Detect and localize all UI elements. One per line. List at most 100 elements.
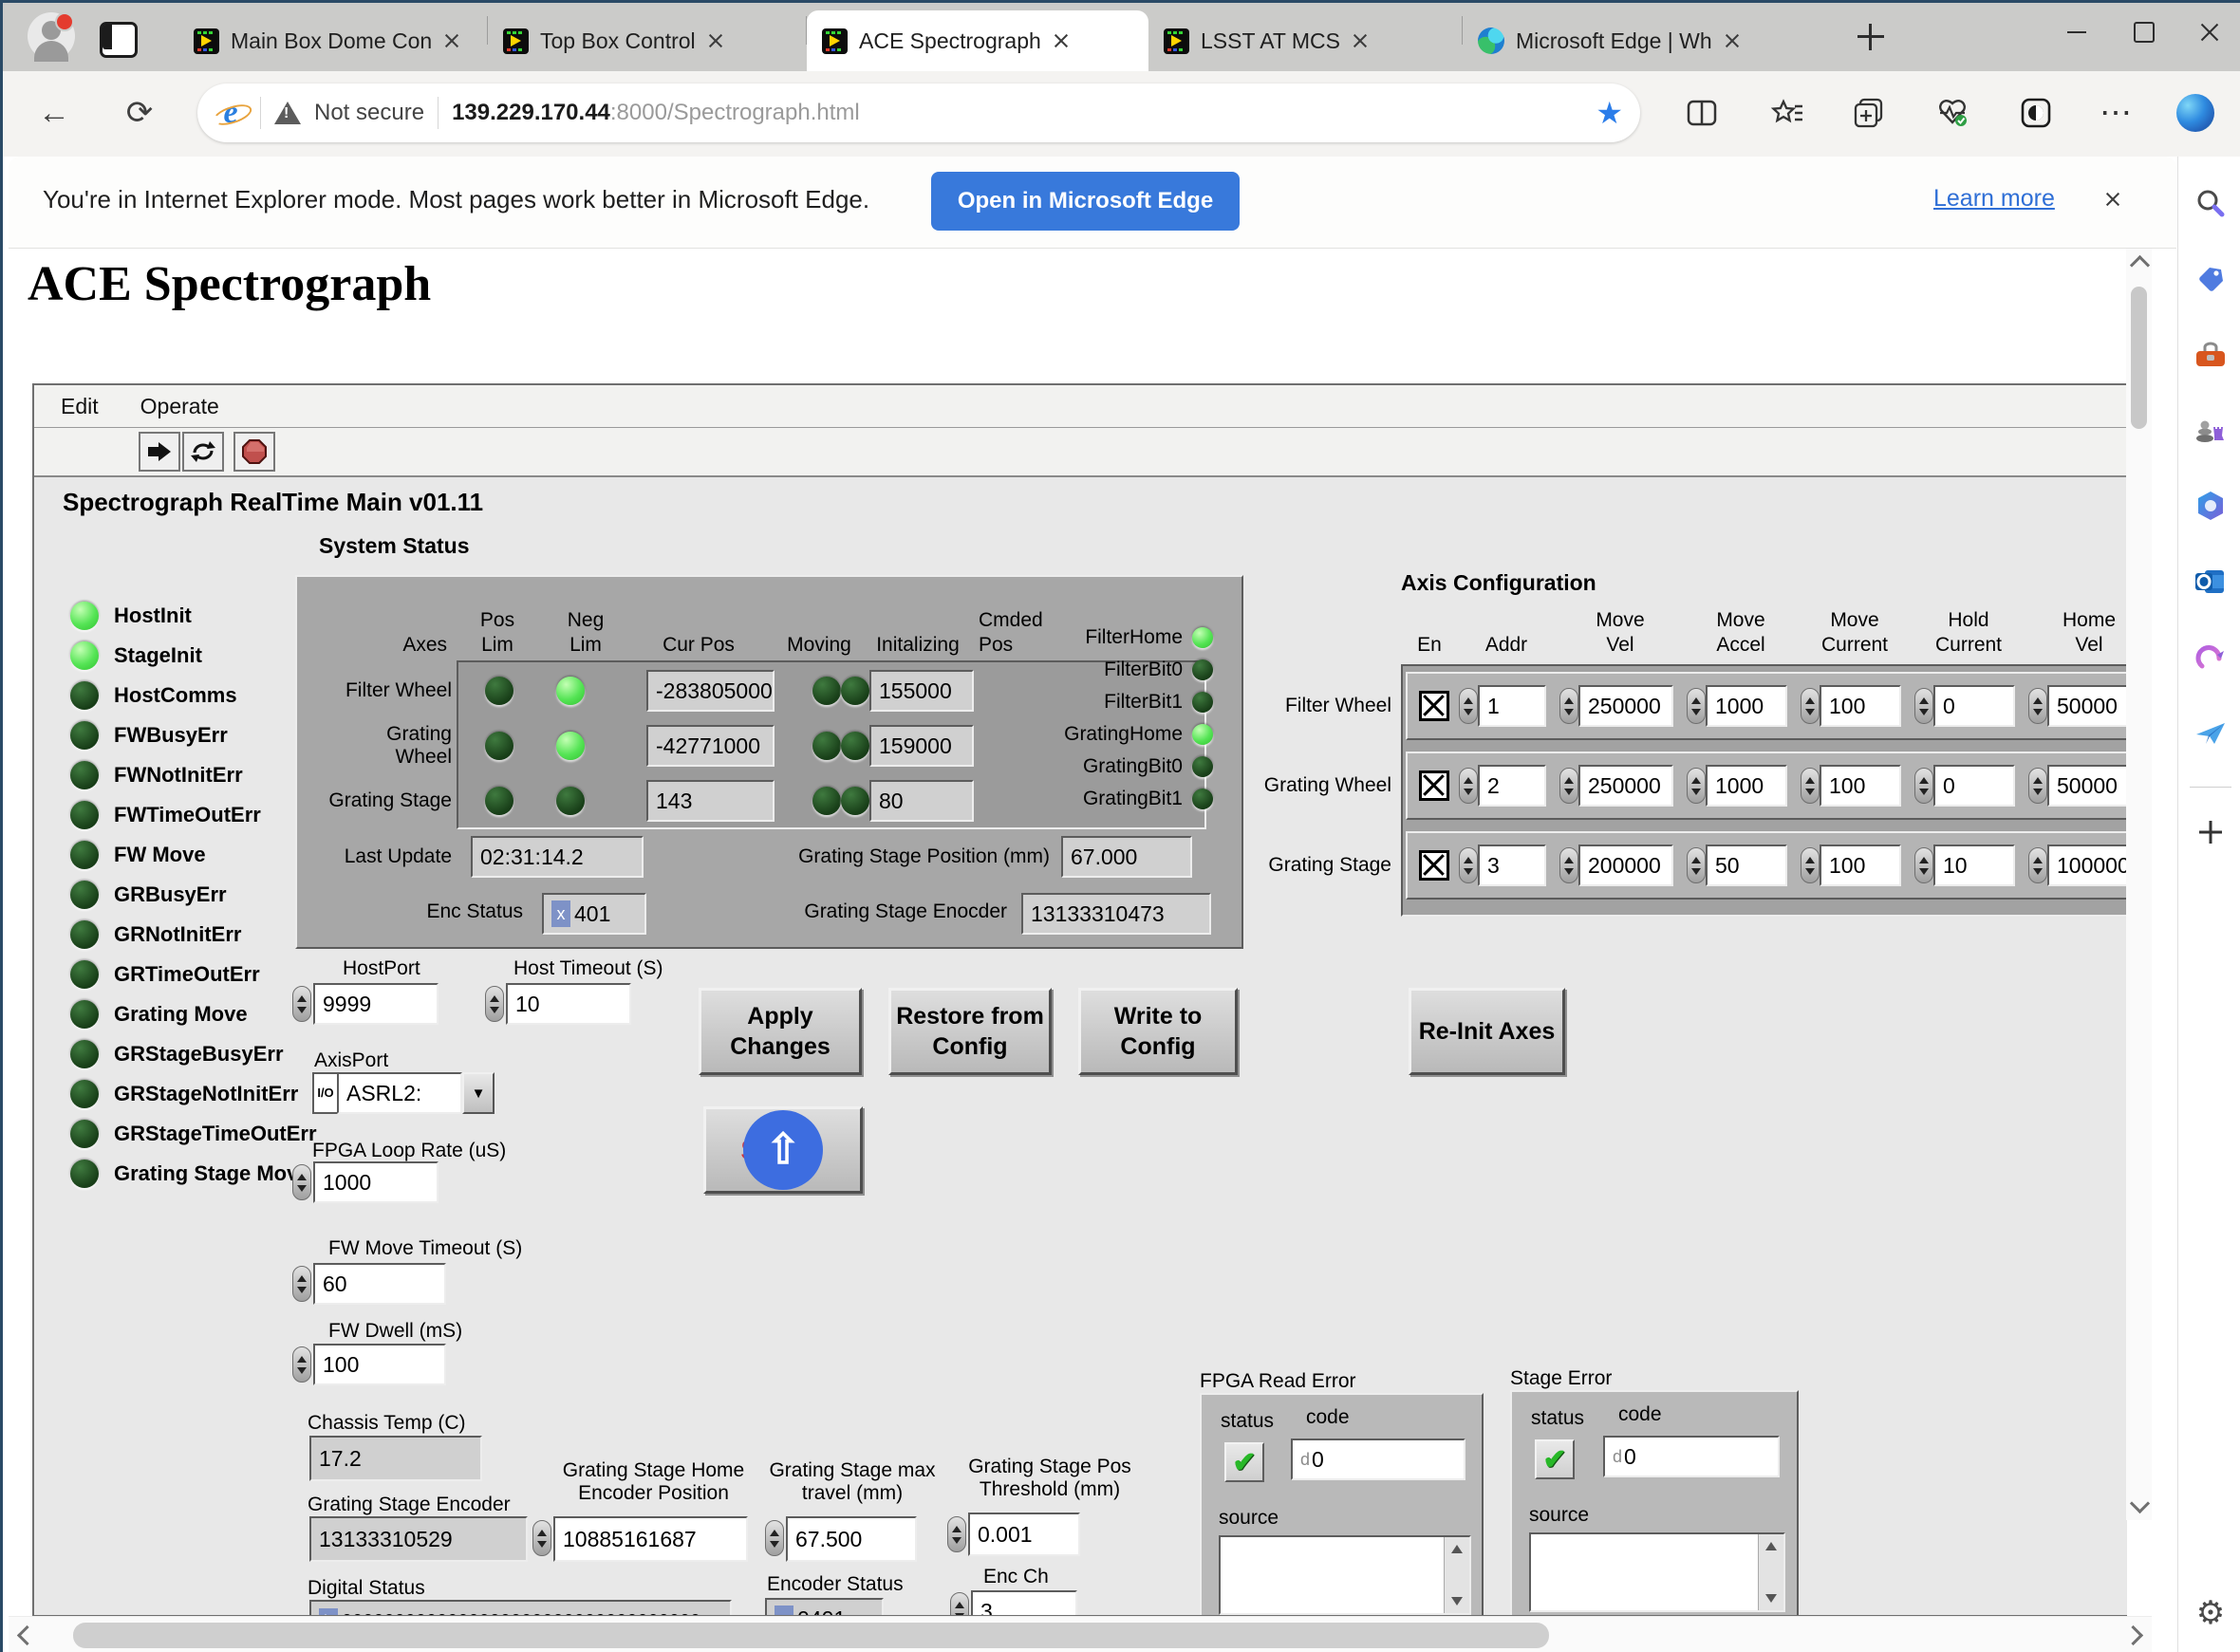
microsoft-365-icon[interactable] bbox=[2192, 487, 2230, 525]
tab-microsoft-edge[interactable]: Microsoft Edge | Wh bbox=[1463, 10, 1790, 71]
home-vel-field[interactable]: 50000 bbox=[2047, 765, 2127, 807]
home-vel-spinner[interactable] bbox=[2028, 768, 2047, 804]
tab-close-icon[interactable] bbox=[1352, 32, 1369, 49]
move-current-field[interactable]: 100 bbox=[1820, 765, 1901, 807]
host-timeout-spinner[interactable] bbox=[485, 986, 504, 1022]
gs-max-travel-spinner[interactable] bbox=[765, 1520, 784, 1556]
move-accel-field[interactable]: 1000 bbox=[1706, 765, 1787, 807]
tab-close-icon[interactable] bbox=[707, 32, 724, 49]
ie-mode-indicator-icon[interactable] bbox=[2015, 92, 2057, 134]
home-vel-spinner[interactable] bbox=[2028, 688, 2047, 724]
home-vel-field[interactable]: 50000 bbox=[2047, 685, 2127, 727]
dropdown-arrow-icon[interactable] bbox=[462, 1072, 495, 1114]
scroll-left-icon[interactable] bbox=[17, 1625, 37, 1645]
enc-status-field[interactable]: x401 bbox=[542, 893, 646, 935]
home-vel-field[interactable]: 100000 bbox=[2047, 845, 2127, 886]
tab-search-icon[interactable] bbox=[100, 22, 138, 58]
hold-current-field[interactable]: 0 bbox=[1933, 765, 2015, 807]
addr-spinner[interactable] bbox=[1459, 768, 1478, 804]
gs-pos-threshold-field[interactable]: 0.001 bbox=[968, 1513, 1080, 1556]
source-scrollbar[interactable] bbox=[1758, 1534, 1783, 1610]
fw-dwell-spinner[interactable] bbox=[292, 1346, 311, 1383]
tab-main-box-dome[interactable]: Main Box Dome Con bbox=[178, 10, 487, 71]
gs-pos-threshold-spinner[interactable] bbox=[947, 1516, 966, 1552]
move-vel-field[interactable]: 250000 bbox=[1578, 685, 1673, 727]
settings-gear-icon[interactable]: ⚙ bbox=[2192, 1594, 2230, 1632]
axis-port-value[interactable]: ASRL2: bbox=[337, 1072, 462, 1114]
scroll-right-icon[interactable] bbox=[2123, 1625, 2143, 1645]
gs-home-enc-spinner[interactable] bbox=[532, 1520, 551, 1556]
run-continuous-button[interactable] bbox=[182, 432, 224, 472]
split-screen-icon[interactable] bbox=[1681, 92, 1723, 134]
settings-more-icon[interactable]: ⋯ bbox=[2095, 92, 2137, 134]
move-current-field[interactable]: 100 bbox=[1820, 845, 1901, 886]
run-button[interactable] bbox=[139, 432, 180, 472]
move-accel-field[interactable]: 1000 bbox=[1706, 685, 1787, 727]
restore-from-config-button[interactable]: Restore from Config bbox=[888, 988, 1052, 1075]
fw-move-timeout-field[interactable]: 60 bbox=[313, 1263, 446, 1305]
address-bar[interactable]: e Not secure 139.229.170.44:8000/Spectro… bbox=[197, 84, 1640, 142]
write-to-config-button[interactable]: Write to Config bbox=[1078, 988, 1238, 1075]
gs-home-enc-field[interactable]: 10885161687 bbox=[553, 1516, 748, 1562]
tab-close-icon[interactable] bbox=[1724, 32, 1741, 49]
search-icon[interactable] bbox=[2192, 185, 2230, 223]
hold-current-spinner[interactable] bbox=[1914, 688, 1933, 724]
move-current-spinner[interactable] bbox=[1801, 688, 1820, 724]
move-current-spinner[interactable] bbox=[1801, 847, 1820, 883]
host-port-spinner[interactable] bbox=[292, 986, 311, 1022]
source-box[interactable] bbox=[1219, 1535, 1471, 1615]
move-vel-spinner[interactable] bbox=[1559, 688, 1578, 724]
enc-ch-field[interactable]: 3 bbox=[971, 1590, 1077, 1616]
tab-lsst-at-mcs[interactable]: LSST AT MCS bbox=[1148, 10, 1462, 71]
radix-binary[interactable]: b bbox=[319, 1608, 338, 1616]
move-vel-field[interactable]: 200000 bbox=[1578, 845, 1673, 886]
apply-changes-button[interactable]: Apply Changes bbox=[699, 988, 862, 1075]
menu-edit[interactable]: Edit bbox=[61, 394, 99, 419]
fpga-loop-rate-field[interactable]: 1000 bbox=[313, 1161, 439, 1203]
radix-hex[interactable]: x bbox=[775, 1606, 793, 1616]
horizontal-scroll-thumb[interactable] bbox=[73, 1623, 1549, 1648]
tab-close-icon[interactable] bbox=[1053, 32, 1070, 49]
hold-current-field[interactable]: 10 bbox=[1933, 845, 2015, 886]
move-vel-spinner[interactable] bbox=[1559, 847, 1578, 883]
hold-current-spinner[interactable] bbox=[1914, 847, 1933, 883]
refresh-icon[interactable]: ⟳ bbox=[117, 90, 162, 136]
source-scrollbar[interactable] bbox=[1444, 1537, 1469, 1613]
addr-field[interactable]: 2 bbox=[1478, 765, 1546, 807]
open-in-edge-button[interactable]: Open in Microsoft Edge bbox=[931, 172, 1240, 231]
hold-current-field[interactable]: 0 bbox=[1933, 685, 2015, 727]
move-accel-field[interactable]: 50 bbox=[1706, 845, 1787, 886]
outlook-icon[interactable] bbox=[2192, 563, 2230, 601]
home-vel-spinner[interactable] bbox=[2028, 847, 2047, 883]
collections-icon[interactable] bbox=[1848, 92, 1890, 134]
move-current-field[interactable]: 100 bbox=[1820, 685, 1901, 727]
shopping-icon[interactable] bbox=[2192, 261, 2230, 299]
vertical-scrollbar[interactable] bbox=[2126, 249, 2152, 1520]
gs-max-travel-field[interactable]: 67.500 bbox=[786, 1516, 917, 1562]
radix-hex[interactable]: x bbox=[551, 900, 570, 927]
learn-more-link[interactable]: Learn more bbox=[1933, 185, 2055, 213]
host-port-field[interactable]: 9999 bbox=[313, 983, 439, 1025]
move-vel-spinner[interactable] bbox=[1559, 768, 1578, 804]
copilot-icon[interactable] bbox=[2175, 92, 2216, 134]
url-text[interactable]: 139.229.170.44:8000/Spectrograph.html bbox=[452, 100, 1582, 126]
abort-button[interactable] bbox=[233, 432, 275, 472]
addr-spinner[interactable] bbox=[1459, 688, 1478, 724]
move-vel-field[interactable]: 250000 bbox=[1578, 765, 1673, 807]
fw-move-timeout-spinner[interactable] bbox=[292, 1266, 311, 1302]
not-secure-warning-icon[interactable] bbox=[274, 102, 301, 124]
addr-spinner[interactable] bbox=[1459, 847, 1478, 883]
banner-close-icon[interactable] bbox=[2104, 191, 2121, 208]
maximize-button[interactable] bbox=[2110, 3, 2176, 60]
tools-icon[interactable] bbox=[2192, 337, 2230, 375]
minimize-button[interactable] bbox=[2044, 3, 2110, 60]
addr-field[interactable]: 1 bbox=[1478, 685, 1546, 727]
fw-dwell-field[interactable]: 100 bbox=[313, 1344, 446, 1385]
host-timeout-field[interactable]: 10 bbox=[506, 983, 631, 1025]
games-icon[interactable] bbox=[2192, 411, 2230, 449]
security-label[interactable]: Not secure bbox=[314, 100, 424, 126]
close-button[interactable] bbox=[2176, 3, 2240, 60]
reinit-axes-button[interactable]: Re-Init Axes bbox=[1409, 988, 1565, 1075]
axis-port-combo[interactable]: I/O ASRL2: bbox=[312, 1072, 495, 1114]
move-accel-spinner[interactable] bbox=[1687, 768, 1706, 804]
